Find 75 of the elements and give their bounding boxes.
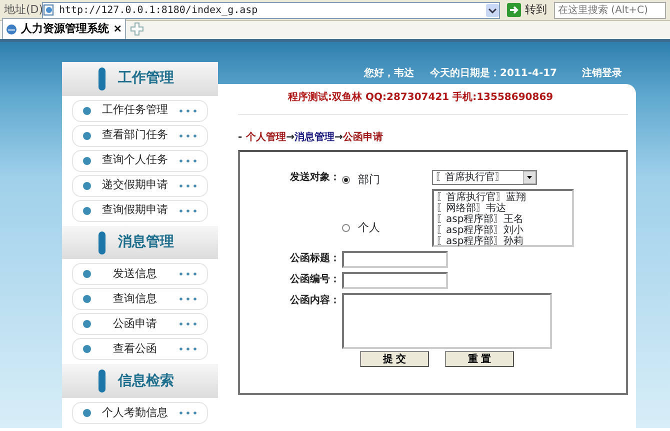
date-text: 今天的日期是：2011-4-17 (430, 66, 558, 80)
bullet-icon (83, 182, 91, 190)
radio-label: 个人 (358, 220, 380, 236)
list-option[interactable]: 〖首席执行官〗蓝翔 (436, 192, 570, 203)
breadcrumb-arrow: → (334, 130, 343, 144)
bullet-icon (83, 106, 91, 115)
greeting-text: 您好，韦达 (364, 66, 414, 80)
radio-label: 部门 (358, 172, 380, 188)
tab-label: 人力资源管理系统 (21, 20, 109, 37)
more-icon (179, 322, 197, 326)
arrow-icon (507, 3, 521, 17)
more-icon (179, 184, 197, 188)
more-icon (179, 411, 197, 416)
department-select[interactable]: 〖首席执行官〗 (432, 170, 537, 185)
section-title: 工作管理 (118, 69, 174, 88)
sidebar-item[interactable]: 查询信息 (72, 288, 208, 310)
pill-icon (98, 230, 106, 254)
list-option[interactable]: 〖asp程序部〗王名 (436, 214, 570, 225)
field-label: 公函标题： (290, 252, 338, 266)
caret-icon (523, 171, 536, 184)
section-title: 信息检索 (118, 372, 174, 391)
search-field[interactable]: 在这里搜索 (Alt+C) (554, 2, 666, 18)
pill-icon (98, 66, 106, 91)
bullet-icon (83, 345, 91, 354)
field-label: 公函编号： (290, 272, 338, 287)
bullet-icon (83, 206, 91, 215)
pill-icon (98, 369, 106, 394)
close-button[interactable]: × (113, 20, 122, 38)
more-icon (179, 208, 197, 213)
sidebar-item[interactable]: 发送信息 (72, 263, 208, 286)
sidebar-item[interactable]: 查询个人任务 (72, 150, 208, 172)
radio-button[interactable] (342, 224, 350, 232)
notice-text: 程序测试:双鱼林 QQ:287307421 手机:13558690869 (286, 90, 554, 105)
more-icon (179, 134, 197, 138)
bullet-icon (83, 409, 91, 418)
more-icon (179, 108, 197, 113)
text-field[interactable] (342, 251, 448, 268)
breadcrumb-link[interactable]: 个人管理 (246, 130, 286, 144)
sidebar-item[interactable]: 工作任务管理 (72, 100, 208, 122)
content-field[interactable] (342, 293, 552, 349)
field-label: 发送对象： (290, 170, 338, 185)
new-tab-icon[interactable] (130, 22, 144, 36)
bullet-icon (83, 295, 91, 304)
address-field[interactable]: http://127.0.0.1:8180/index_g.asp (42, 2, 500, 18)
list-option[interactable]: 〖网络部〗韦达 (436, 203, 570, 214)
bullet-icon (83, 132, 91, 140)
sidebar-item[interactable]: 查询假期申请 (72, 200, 208, 222)
sidebar-item[interactable]: 查看部门任务 (72, 124, 208, 147)
more-icon (179, 158, 197, 163)
breadcrumb-dash: - (238, 130, 242, 144)
breadcrumb-arrow: → (286, 130, 295, 144)
go-button[interactable]: 转到 (504, 2, 550, 18)
bullet-icon (83, 320, 91, 328)
text-field[interactable] (342, 272, 448, 289)
dropdown-icon[interactable] (486, 4, 499, 16)
more-icon (179, 297, 197, 302)
radio-button[interactable] (342, 176, 350, 184)
list-option[interactable]: 〖asp程序部〗孙莉 (436, 236, 570, 247)
form-button[interactable]: 重 置 (445, 351, 514, 367)
more-icon (179, 272, 197, 276)
list-option[interactable]: 〖asp程序部〗刘小 (436, 225, 570, 236)
browser-tab[interactable]: 人力资源管理系统 × (2, 18, 126, 39)
breadcrumb-link[interactable]: 消息管理 (294, 130, 335, 144)
bullet-icon (83, 270, 91, 278)
sidebar-item[interactable]: 个人考勤信息 (72, 402, 208, 424)
sidebar-item[interactable]: 递交假期申请 (72, 174, 208, 197)
more-icon (179, 347, 197, 352)
breadcrumb-link[interactable]: 公函申请 (342, 130, 383, 144)
section-title: 消息管理 (118, 233, 174, 252)
field-label: 公函内容： (290, 293, 338, 308)
sidebar-item[interactable]: 查看公函 (72, 338, 208, 360)
sidebar-item[interactable]: 公函申请 (72, 313, 208, 336)
form-button[interactable]: 提 交 (360, 351, 429, 367)
bullet-icon (83, 156, 91, 165)
people-listbox[interactable]: 〖首席执行官〗蓝翔 〖网络部〗韦达 〖asp程序部〗王名 〖asp程序部〗刘小 〖asp程序部〗孙莉 (432, 189, 574, 247)
